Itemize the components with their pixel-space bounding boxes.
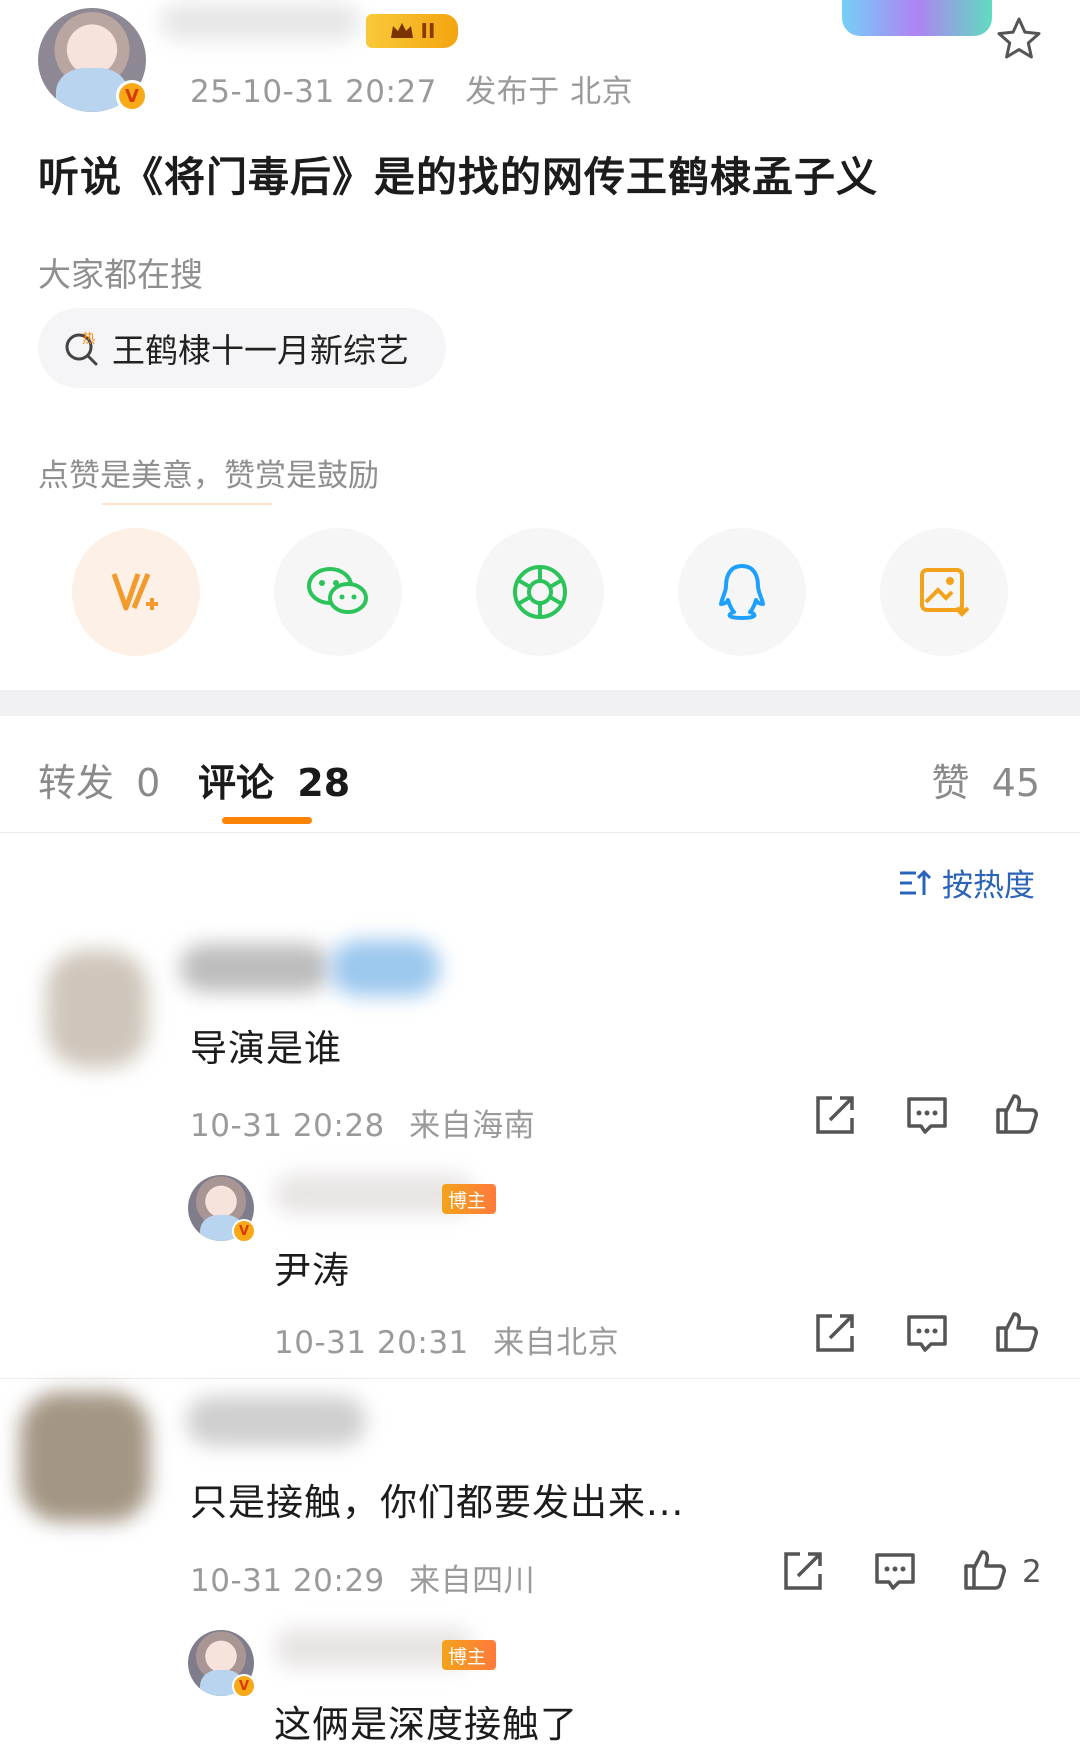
event-badge [842, 0, 992, 36]
share-moments-button[interactable] [476, 528, 604, 656]
reply-meta: 10-31 20:31 来自北京 [274, 1317, 619, 1362]
comment-divider [0, 1378, 1080, 1379]
comment-text: 只是接触，你们都要发出来... [190, 1481, 685, 1524]
tab-like-label: 赞 [931, 761, 970, 805]
reward-v-icon [111, 573, 158, 611]
tab-repost-count: 0 [136, 761, 161, 805]
blogger-badge: 博主 [442, 1640, 497, 1670]
post-timestamp: 25-10-31 20:27 [190, 74, 437, 110]
comment-location: 来自四川 [409, 1563, 536, 1599]
like-icon[interactable] [962, 1546, 1008, 1592]
sort-label: 按热度 [942, 868, 1035, 904]
qq-icon [719, 564, 765, 620]
tab-repost[interactable]: 转发 0 [38, 752, 160, 807]
reward-label: 点赞是美意，赞赏是鼓励 [38, 458, 379, 494]
like-count: 2 [1022, 1554, 1042, 1590]
comment-text: 导演是谁 [190, 1027, 342, 1070]
repost-icon[interactable] [780, 1548, 826, 1594]
favorite-star-icon[interactable] [994, 14, 1044, 64]
verified-badge-icon: V [232, 1674, 256, 1698]
repost-icon[interactable] [812, 1092, 858, 1138]
reply-location: 来自北京 [493, 1325, 620, 1361]
comment-location: 来自海南 [409, 1108, 536, 1144]
tabs-divider [0, 832, 1080, 833]
hot-search-icon: 热 [65, 332, 98, 366]
tab-comment[interactable]: 评论 28 [198, 752, 350, 807]
tab-like-count: 45 [991, 761, 1040, 805]
author-name-redacted[interactable] [160, 4, 360, 40]
like-icon[interactable] [994, 1090, 1040, 1136]
like-icon[interactable] [994, 1308, 1040, 1354]
moments-icon [513, 565, 567, 619]
crown-icon [390, 23, 413, 38]
commenter-avatar[interactable] [46, 950, 148, 1068]
save-image-icon [920, 568, 970, 617]
reply-time: 10-31 20:31 [274, 1325, 469, 1361]
comment-time: 10-31 20:28 [190, 1108, 385, 1144]
reward-tooltip-line [102, 503, 272, 505]
reply-text: 尹涛 [274, 1249, 350, 1292]
sort-button[interactable]: 按热度 [898, 860, 1035, 905]
repost-icon[interactable] [812, 1310, 858, 1356]
verified-badge-icon: V [232, 1219, 256, 1243]
wechat-icon [307, 567, 368, 614]
commenter-badge-redacted [330, 940, 440, 996]
tab-comment-count: 28 [297, 761, 351, 805]
verified-badge-icon: V [116, 80, 148, 112]
commenter-avatar[interactable] [20, 1392, 150, 1522]
comment-meta: 10-31 20:29 来自四川 [190, 1555, 535, 1600]
reply-icon[interactable] [904, 1092, 950, 1138]
blogger-badge-label: 博主 [448, 1189, 487, 1212]
save-image-button[interactable] [880, 528, 1008, 656]
reply-text: 这俩是深度接触了 [274, 1703, 578, 1746]
reward-button[interactable] [72, 528, 200, 656]
commenter-name-redacted[interactable] [180, 944, 330, 992]
share-qq-button[interactable] [678, 528, 806, 656]
section-separator [0, 690, 1080, 716]
active-tab-indicator [222, 817, 312, 824]
reply-icon[interactable] [872, 1548, 918, 1594]
post-location: 发布于 北京 [465, 74, 634, 110]
post-meta: 25-10-31 20:27 发布于 北京 [190, 66, 633, 111]
trending-section-label: 大家都在搜 [38, 255, 203, 294]
blogger-badge: 博主 [442, 1184, 497, 1214]
tab-comment-label: 评论 [198, 761, 275, 805]
share-wechat-button[interactable] [274, 528, 402, 656]
blogger-badge-label: 博主 [448, 1645, 487, 1668]
commenter-name-redacted[interactable] [186, 1396, 366, 1446]
hot-mark: 热 [82, 332, 95, 347]
fan-level-badge: II [366, 14, 458, 48]
tab-like[interactable]: 赞 45 [932, 752, 1040, 807]
sort-icon [900, 869, 932, 895]
comment-time: 10-31 20:29 [190, 1563, 385, 1599]
comment-meta: 10-31 20:28 来自海南 [190, 1100, 535, 1145]
post-text: 听说《将门毒后》是的找的网传王鹤棣孟子义 [38, 153, 878, 201]
tab-repost-label: 转发 [38, 761, 115, 805]
trending-topic-text: 王鹤棣十一月新综艺 [112, 331, 409, 370]
trending-topic-chip[interactable]: 热 王鹤棣十一月新综艺 [38, 308, 446, 388]
reply-icon[interactable] [904, 1310, 950, 1356]
